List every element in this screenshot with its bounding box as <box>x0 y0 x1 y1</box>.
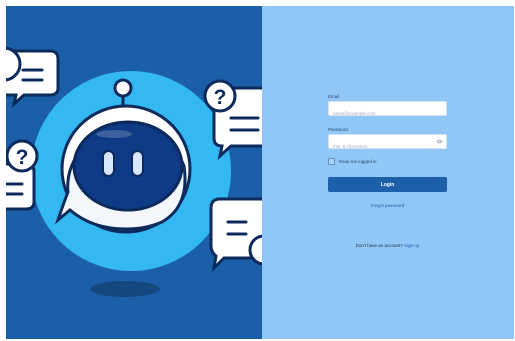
robot-eye-left <box>102 150 115 177</box>
remember-checkbox[interactable] <box>328 157 335 165</box>
robot-chatbot-illustration: ? ? <box>6 46 262 297</box>
signup-link[interactable]: Sign up <box>404 243 419 248</box>
login-panel: Email Password Keep me logged in Login F… <box>262 6 514 339</box>
password-field-wrapper <box>328 134 447 153</box>
question-bubble-icon: ? <box>6 139 39 211</box>
remember-row: Keep me logged in <box>328 157 447 165</box>
forgot-password-link[interactable]: Forgot password <box>328 203 447 208</box>
antenna-ball <box>113 78 133 98</box>
login-screen: ? ? Email Pa <box>6 6 514 339</box>
email-field[interactable] <box>329 107 446 120</box>
remember-label: Keep me logged in <box>339 158 377 164</box>
eye-icon[interactable] <box>436 138 443 145</box>
login-button[interactable]: Login <box>328 177 447 192</box>
svg-text:?: ? <box>16 146 29 169</box>
illustration-panel: ? ? <box>6 6 262 339</box>
email-field-wrapper <box>328 101 447 120</box>
signup-row: Don't have an account? Sign up <box>328 243 447 248</box>
robot-eye-right <box>131 150 144 177</box>
robot-shadow <box>90 281 160 297</box>
email-label: Email <box>328 94 340 99</box>
svg-text:?: ? <box>214 86 227 109</box>
password-field[interactable] <box>329 140 446 153</box>
login-form: Email Password Keep me logged in Login F… <box>328 94 447 208</box>
password-label: Password <box>328 127 348 132</box>
signup-prompt: Don't have an account? <box>355 243 403 248</box>
